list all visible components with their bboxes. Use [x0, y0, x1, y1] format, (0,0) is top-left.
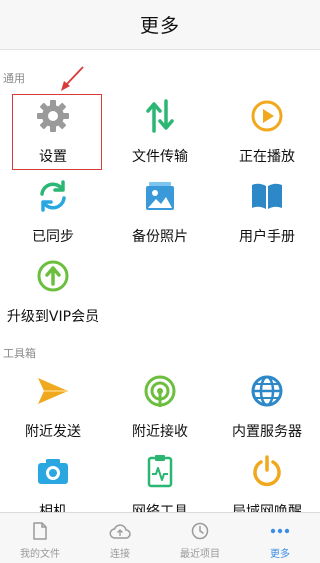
globe-icon [249, 373, 285, 409]
synced-tile[interactable]: 已同步 [0, 174, 106, 258]
bottom-tab-bar: 我的文件 连接 最近项目 更多 [0, 512, 320, 563]
tab-recent-items[interactable]: 最近项目 [160, 513, 240, 563]
send-icon [35, 373, 71, 409]
tab-more[interactable]: 更多 [240, 513, 320, 563]
tab-more-label: 更多 [270, 549, 290, 560]
nearby-send-label: 附近发送 [25, 424, 81, 440]
file-transfer-tile[interactable]: 文件传输 [107, 94, 213, 178]
tab-recent-items-label: 最近项目 [180, 549, 220, 560]
upgrade-vip-tile[interactable]: 升级到VIP会员 [0, 254, 106, 338]
camera-icon [35, 453, 71, 489]
book-icon [249, 178, 285, 214]
builtin-server-label: 内置服务器 [232, 424, 302, 440]
nearby-send-tile[interactable]: 附近发送 [0, 369, 106, 453]
tab-connect-label: 连接 [110, 549, 130, 560]
now-playing-label: 正在播放 [239, 149, 295, 165]
synced-label: 已同步 [32, 229, 74, 245]
play-icon [249, 98, 285, 134]
backup-photos-tile[interactable]: 备份照片 [107, 174, 213, 258]
top-bar: 更多 [0, 0, 320, 50]
upgrade-icon [35, 258, 71, 294]
photos-icon [142, 178, 178, 214]
annotation-arrow-icon [61, 66, 84, 91]
nearby-receive-tile[interactable]: 附近接收 [107, 369, 213, 453]
file-transfer-label: 文件传输 [132, 149, 188, 165]
receive-signal-icon [142, 373, 178, 409]
section-general-label: 通用 [3, 72, 25, 85]
clock-icon [189, 522, 211, 540]
sync-icon [35, 178, 71, 214]
nearby-receive-label: 附近接收 [132, 424, 188, 440]
builtin-server-tile[interactable]: 内置服务器 [214, 369, 320, 453]
page-title: 更多 [139, 15, 180, 37]
cloud-upload-icon [109, 522, 131, 540]
transfer-arrows-icon [142, 98, 178, 134]
document-icon [29, 522, 51, 540]
user-manual-label: 用户手册 [239, 229, 295, 245]
tab-my-files-label: 我的文件 [20, 549, 60, 560]
settings-highlight-box [12, 94, 102, 170]
tab-connect[interactable]: 连接 [80, 513, 160, 563]
network-tool-icon [142, 453, 178, 489]
tab-my-files[interactable]: 我的文件 [0, 513, 80, 563]
user-manual-tile[interactable]: 用户手册 [214, 174, 320, 258]
now-playing-tile[interactable]: 正在播放 [214, 94, 320, 178]
power-icon [249, 453, 285, 489]
section-tools-label: 工具箱 [3, 347, 36, 360]
upgrade-vip-label: 升级到VIP会员 [6, 309, 100, 325]
more-dots-icon [269, 522, 291, 540]
backup-photos-label: 备份照片 [132, 229, 188, 245]
